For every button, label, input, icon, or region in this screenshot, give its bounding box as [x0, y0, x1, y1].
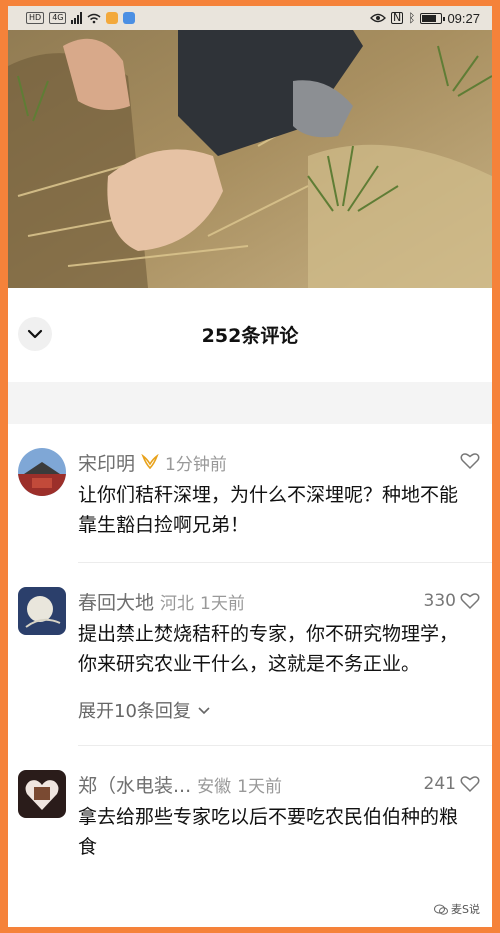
chevron-down-icon: [27, 329, 43, 339]
comment-text: 让你们秸秆深埋，为什么不深埋呢？种地不能靠生豁白捡啊兄弟！: [78, 484, 459, 536]
like-button[interactable]: 241: [424, 774, 480, 794]
vip-badge-icon: [141, 454, 159, 470]
avatar[interactable]: [18, 770, 66, 818]
comments-count-title: 252条评论: [201, 324, 299, 347]
like-button[interactable]: [460, 452, 480, 470]
watermark: 麦S说: [434, 901, 480, 917]
comment-location: 河北: [160, 593, 195, 614]
wechat-icon: [434, 904, 449, 915]
comment-time: 1天前: [237, 776, 282, 797]
avatar-image: [18, 448, 66, 496]
comment-item[interactable]: 宋印明 1分钟前 让你们秸秆深埋，为什么不深埋呢？种地不能靠生豁白捡啊兄弟！: [8, 424, 492, 540]
hd-icon: HD: [26, 12, 45, 24]
phone-screen: HD 4G N ᛒ 09:27 252条评论 宋印明 1分钟前 让你们秸秆深埋，…: [8, 6, 492, 927]
heart-icon: [460, 453, 480, 470]
comment-author[interactable]: 郑（水电装...: [78, 771, 191, 798]
weibo-icon: [106, 12, 119, 24]
clock: 09:27: [447, 10, 480, 26]
comment-time: 1分钟前: [165, 454, 227, 475]
like-button[interactable]: 330: [424, 591, 480, 611]
avatar-image: [18, 587, 66, 635]
like-count: 330: [423, 591, 456, 611]
comment-item[interactable]: 郑（水电装... 安徽 1天前 拿去给那些专家吃以后不要吃农民伯伯种的粮食 24…: [8, 746, 492, 862]
video-frame-image: [8, 6, 492, 288]
signal-icon: [71, 12, 83, 24]
comment-item[interactable]: 春回大地 河北 1天前 提出禁止焚烧秸秆的专家，你不研究物理学，你来研究农业干什…: [8, 563, 492, 723]
avatar[interactable]: [18, 587, 66, 635]
expand-replies-label: 展开10条回复: [78, 701, 191, 722]
wifi-icon: [88, 13, 101, 23]
comment-author[interactable]: 春回大地: [78, 588, 154, 615]
comment-author[interactable]: 宋印明: [78, 449, 135, 476]
bluetooth-icon: ᛒ: [408, 11, 416, 25]
comment-location: 安徽: [197, 776, 232, 797]
comments-sheet: 252条评论 宋印明 1分钟前 让你们秸秆深埋，为什么不深埋呢？种地不能靠生豁白…: [8, 288, 492, 927]
section-divider: [8, 382, 492, 424]
expand-replies-button[interactable]: 展开10条回复: [78, 697, 476, 723]
video-player[interactable]: [8, 6, 492, 288]
avatar[interactable]: [18, 448, 66, 496]
nfc-icon: N: [391, 11, 404, 24]
collapse-button[interactable]: [18, 317, 52, 351]
comments-header: 252条评论: [8, 288, 492, 382]
status-bar: HD 4G N ᛒ 09:27: [8, 6, 492, 30]
eye-icon: [370, 13, 386, 23]
comment-text: 提出禁止焚烧秸秆的专家，你不研究物理学，你来研究农业干什么，这就是不务正业。: [78, 623, 459, 675]
network-type-icon: 4G: [49, 12, 67, 24]
chevron-down-icon: [198, 706, 210, 714]
camera-icon: [123, 12, 136, 24]
like-count: 241: [423, 774, 456, 794]
watermark-text: 麦S说: [451, 903, 480, 916]
battery-icon: [420, 12, 446, 24]
heart-icon: [460, 593, 480, 610]
comment-time: 1天前: [200, 593, 245, 614]
comment-text: 拿去给那些专家吃以后不要吃农民伯伯种的粮食: [78, 806, 459, 858]
avatar-image: [18, 770, 66, 818]
heart-icon: [460, 776, 480, 793]
